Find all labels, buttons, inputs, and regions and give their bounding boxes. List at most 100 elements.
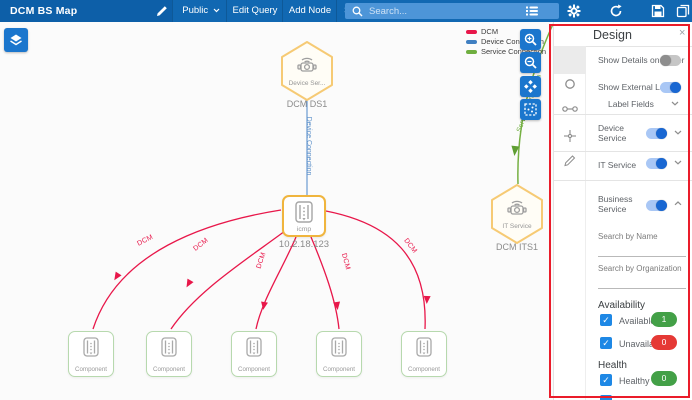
node-icmp-device[interactable]: icmp: [282, 195, 326, 237]
legend-swatch-red: [466, 30, 477, 34]
search-by-name-label: Search by Name: [598, 232, 658, 242]
node-component-5[interactable]: Component: [401, 331, 447, 377]
refresh-icon[interactable]: [609, 4, 623, 18]
chevron-down-icon: [213, 8, 220, 13]
fit-view-button[interactable]: [520, 99, 541, 120]
search-by-organization-label: Search by Organization: [598, 264, 682, 274]
svg-text:DCM: DCM: [192, 237, 210, 253]
node-component-3[interactable]: Component: [231, 331, 277, 377]
node-label: IT Service: [489, 223, 545, 230]
menu-edit-query[interactable]: Edit Query: [228, 0, 282, 22]
map-title: DCM BS Map: [10, 0, 77, 22]
node-label: Component: [402, 366, 446, 373]
node-label: Device Ser...: [279, 80, 335, 87]
edge-device-connection: Device Connection: [305, 100, 312, 195]
legend-swatch-green: [466, 50, 477, 54]
menu-public[interactable]: Public: [178, 0, 224, 22]
svg-text:DCM: DCM: [256, 251, 268, 269]
service-icon: [505, 196, 529, 216]
divider: [554, 180, 692, 181]
business-service-label: Business Service: [598, 194, 642, 214]
node-device-service[interactable]: Device Ser...: [279, 40, 335, 102]
healthy-count-badge: 0: [651, 371, 677, 386]
move-icon: [524, 80, 537, 93]
node-label: Component: [232, 366, 276, 373]
node-external-label-ip: 10.2.18.123: [264, 239, 344, 250]
it-service-label: IT Service: [598, 160, 636, 170]
partial-checkbox[interactable]: [600, 395, 612, 400]
node-component-4[interactable]: Component: [316, 331, 362, 377]
copy-icon[interactable]: [676, 4, 690, 18]
edge-dcm-arrowheads: [111, 272, 430, 311]
router-icon: [331, 337, 347, 357]
show-details-toggle[interactable]: [660, 55, 681, 66]
router-icon: [416, 337, 432, 357]
service-icon: [295, 53, 319, 73]
router-icon: [161, 337, 177, 357]
close-icon[interactable]: ×: [679, 27, 685, 39]
search-by-name-input[interactable]: [598, 244, 686, 257]
divider: [554, 151, 692, 152]
link-icon[interactable]: [562, 104, 578, 114]
toggle-knob: [670, 82, 681, 93]
toolbar-divider: [336, 0, 337, 22]
layout-icon[interactable]: [563, 129, 577, 143]
node-component-1[interactable]: Component: [68, 331, 114, 377]
node-shape-icon[interactable]: [564, 78, 576, 90]
node-component-2[interactable]: Component: [146, 331, 192, 377]
toggle-knob: [660, 55, 671, 66]
divider: [554, 114, 692, 115]
chevron-down-icon[interactable]: [671, 101, 679, 106]
svg-text:DCM: DCM: [402, 237, 418, 255]
search-icon: [352, 6, 363, 17]
layers-icon: [9, 33, 23, 47]
it-service-toggle[interactable]: [646, 158, 667, 169]
chevron-down-icon[interactable]: [674, 160, 682, 165]
healthy-checkbox[interactable]: ✓: [600, 374, 612, 386]
toggle-knob: [656, 200, 667, 211]
edit-pencil-icon[interactable]: [155, 4, 169, 18]
rail-active-highlight: [554, 46, 586, 74]
toggle-knob: [656, 128, 667, 139]
router-icon: [83, 337, 99, 357]
save-icon[interactable]: [651, 4, 665, 18]
svg-text:DCM: DCM: [340, 253, 351, 271]
device-service-toggle[interactable]: [646, 128, 667, 139]
svg-text:Device Connection: Device Connection: [305, 117, 312, 176]
zoom-in-icon: [524, 33, 537, 46]
node-label: Component: [69, 366, 113, 373]
toolbar-divider: [172, 0, 173, 22]
unavailable-count-badge: 0: [651, 335, 677, 350]
list-icon[interactable]: [525, 4, 539, 18]
healthy-label: Healthy: [619, 376, 650, 386]
chevron-down-icon[interactable]: [674, 130, 682, 135]
legend-swatch-blue: [466, 40, 477, 44]
available-checkbox[interactable]: ✓: [600, 314, 612, 326]
pan-mode-button[interactable]: [520, 76, 541, 97]
chevron-up-icon[interactable]: [674, 201, 682, 206]
edge-dcm-1: [93, 210, 425, 329]
layers-button[interactable]: [4, 28, 28, 52]
available-label: Available: [619, 316, 655, 326]
health-section-title: Health: [598, 360, 627, 371]
menu-add-node[interactable]: Add Node: [284, 0, 336, 22]
show-external-labels-toggle[interactable]: [660, 82, 681, 93]
label-fields-label[interactable]: Label Fields: [608, 99, 654, 109]
pencil-icon[interactable]: [563, 154, 576, 167]
gear-icon[interactable]: [567, 4, 581, 18]
router-icon: [295, 201, 313, 223]
unavailable-checkbox[interactable]: ✓: [600, 337, 612, 349]
search-by-organization-input[interactable]: [598, 276, 686, 289]
toolbar-divider: [282, 0, 283, 22]
toolbar-divider: [226, 0, 227, 22]
top-toolbar: DCM BS Map Public Edit Query Add Node Se…: [0, 0, 692, 22]
panel-title: Design: [593, 28, 632, 42]
device-service-label: Device Service: [598, 123, 642, 143]
availability-section-title: Availability: [598, 300, 645, 311]
business-service-toggle[interactable]: [646, 200, 667, 211]
svg-text:DCM: DCM: [136, 234, 154, 248]
available-count-badge: 1: [651, 312, 677, 327]
zoom-in-button[interactable]: [520, 29, 541, 50]
node-it-service[interactable]: IT Service: [489, 183, 545, 245]
zoom-out-button[interactable]: [520, 52, 541, 73]
